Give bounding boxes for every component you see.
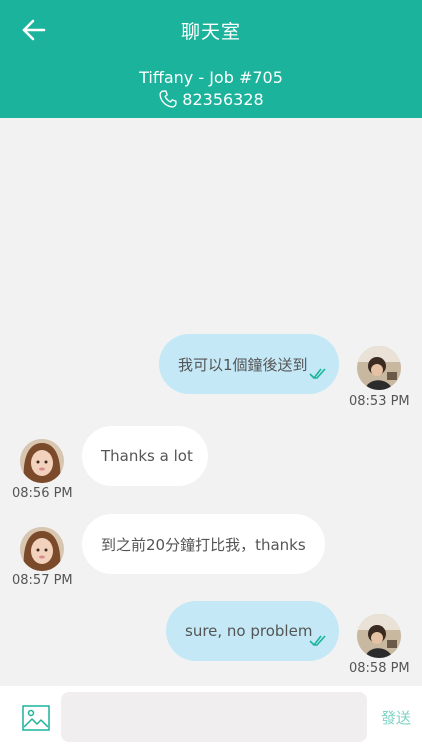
send-button[interactable]: 發送 xyxy=(376,707,416,728)
image-icon[interactable] xyxy=(22,705,50,731)
message-bubble-incoming[interactable]: Thanks a lot xyxy=(82,426,208,486)
message-time: 08:57 PM xyxy=(12,573,73,588)
read-receipt-icon xyxy=(309,368,326,380)
message-text: 我可以1個鐘後送到 xyxy=(178,355,308,374)
avatar-contact xyxy=(20,439,64,483)
phone-number[interactable]: 82356328 xyxy=(182,90,263,109)
message-time: 08:58 PM xyxy=(349,661,410,676)
phone-row[interactable]: 82356328 xyxy=(0,89,422,109)
phone-icon xyxy=(159,90,177,108)
contact-name: Tiffany - Job #705 xyxy=(139,68,283,87)
read-receipt-icon xyxy=(309,635,326,647)
chat-header: 聊天室 Tiffany - Job #705 82356328 xyxy=(0,0,422,118)
avatar-self xyxy=(357,614,401,658)
message-input[interactable] xyxy=(61,692,367,742)
message-bubble-outgoing[interactable]: sure, no problem xyxy=(166,601,339,661)
message-time: 08:56 PM xyxy=(12,486,73,501)
message-text: sure, no problem xyxy=(185,622,313,640)
message-time: 08:53 PM xyxy=(349,394,410,409)
message-text: Thanks a lot xyxy=(101,447,193,465)
avatar-self xyxy=(357,346,401,390)
page-title: 聊天室 xyxy=(180,21,241,43)
message-bubble-outgoing[interactable]: 我可以1個鐘後送到 xyxy=(159,334,339,394)
message-bubble-incoming[interactable]: 到之前20分鐘打比我，thanks xyxy=(82,514,325,574)
avatar-contact xyxy=(20,527,64,571)
message-text: 到之前20分鐘打比我，thanks xyxy=(101,535,306,554)
